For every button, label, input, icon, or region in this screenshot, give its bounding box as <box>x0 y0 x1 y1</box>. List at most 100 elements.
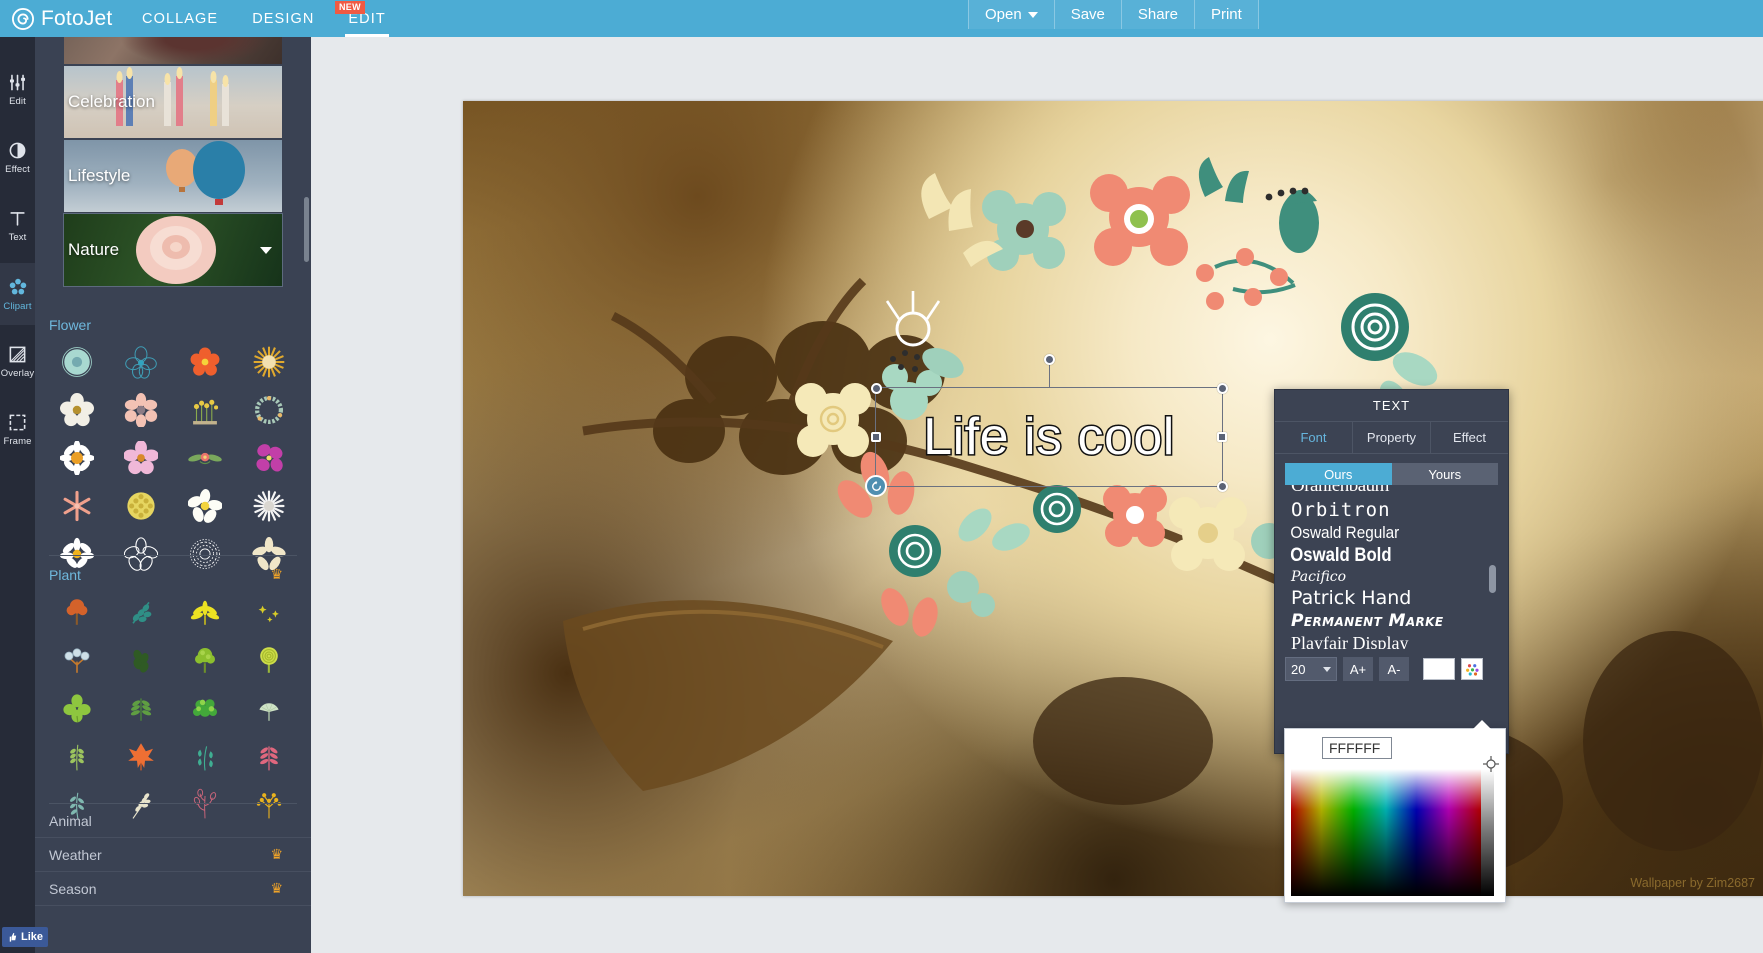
rail-item-edit[interactable]: Edit <box>0 59 35 121</box>
font-option[interactable]: Pacifico <box>1285 568 1498 586</box>
clipart-item[interactable] <box>173 387 237 433</box>
clipart-item[interactable] <box>173 483 237 529</box>
print-button[interactable]: Print <box>1194 0 1259 29</box>
clipart-item[interactable] <box>109 339 173 385</box>
clipart-item[interactable] <box>45 685 109 731</box>
category-label: Season <box>49 880 97 897</box>
nav-collage[interactable]: COLLAGE <box>125 0 235 37</box>
clipart-item[interactable] <box>45 387 109 433</box>
rail-item-text[interactable]: Text <box>0 195 35 257</box>
font-option[interactable]: Oswald Regular <box>1285 522 1477 544</box>
clipart-item[interactable] <box>45 637 109 683</box>
brand-logo[interactable]: FotoJet <box>12 0 112 37</box>
font-option[interactable]: Patrick Hand <box>1285 586 1498 610</box>
clipart-item[interactable] <box>45 589 109 635</box>
workspace: Wallpaper by Zim2687 Life is cool <box>311 37 1763 953</box>
color-picker-toggle[interactable] <box>1461 658 1483 680</box>
category-lifestyle[interactable]: Lifestyle <box>64 140 282 212</box>
brightness-strip[interactable] <box>1481 769 1494 896</box>
clipart-item[interactable] <box>109 685 173 731</box>
clipart-item[interactable] <box>109 589 173 635</box>
font-option[interactable]: Oranienbaum <box>1285 485 1498 498</box>
panel-scrollbar[interactable] <box>304 197 309 262</box>
category-animal[interactable]: Animal <box>35 804 311 838</box>
floral-wreath-clipart[interactable] <box>463 101 1763 896</box>
subtab-yours[interactable]: Yours <box>1391 463 1498 485</box>
clipart-item[interactable] <box>173 589 237 635</box>
clipart-item[interactable] <box>45 435 109 481</box>
tab-property[interactable]: Property <box>1353 422 1431 453</box>
resize-handle-tr[interactable] <box>1216 382 1228 394</box>
clipart-item[interactable] <box>237 387 301 433</box>
share-button[interactable]: Share <box>1121 0 1195 29</box>
nav-design[interactable]: DESIGN <box>235 0 331 37</box>
text-panel-tabs: Font Property Effect <box>1275 422 1508 454</box>
font-option[interactable]: Playfair Display <box>1285 632 1498 649</box>
subtab-ours[interactable]: Ours <box>1285 463 1392 485</box>
clipart-item[interactable] <box>237 637 301 683</box>
resize-handle-left[interactable] <box>871 432 881 442</box>
resize-handle-right[interactable] <box>1217 432 1227 442</box>
crown-icon: ♛ <box>270 846 283 862</box>
rail-item-effect[interactable]: Effect <box>0 127 35 189</box>
decrease-font-button[interactable]: A- <box>1379 657 1409 681</box>
increase-font-button[interactable]: A+ <box>1343 657 1373 681</box>
clipart-item[interactable] <box>109 435 173 481</box>
rail-item-overlay[interactable]: Overlay <box>0 331 35 393</box>
clipart-item[interactable] <box>109 483 173 529</box>
facebook-like-button[interactable]: Like <box>2 927 48 947</box>
rail-label-effect: Effect <box>5 164 30 175</box>
rotate-icon <box>871 480 881 491</box>
open-button[interactable]: Open <box>968 0 1055 29</box>
resize-handle-tl[interactable] <box>870 382 882 394</box>
rotate-handle[interactable] <box>1043 354 1055 365</box>
text-color-swatch[interactable] <box>1423 658 1455 680</box>
tab-font[interactable]: Font <box>1275 422 1353 453</box>
free-rotate-handle[interactable] <box>865 475 887 497</box>
thumbs-up-icon <box>9 932 17 942</box>
clipart-item[interactable] <box>237 435 301 481</box>
resize-handle-br[interactable] <box>1216 480 1228 492</box>
hex-value-input[interactable]: FFFFFF <box>1322 737 1392 759</box>
clipart-item[interactable] <box>109 637 173 683</box>
rail-item-frame[interactable]: Frame <box>0 399 35 461</box>
saturation-value-area[interactable] <box>1291 769 1481 896</box>
clipart-item[interactable] <box>109 733 173 779</box>
font-option[interactable]: Orbitron <box>1285 498 1498 522</box>
font-list-scrollbar[interactable] <box>1489 565 1496 593</box>
picker-crosshair-icon[interactable] <box>1483 756 1499 772</box>
clipart-item[interactable] <box>237 685 301 731</box>
clipart-item[interactable] <box>237 339 301 385</box>
photo-canvas[interactable]: Wallpaper by Zim2687 Life is cool <box>463 101 1763 896</box>
popup-arrow <box>1473 720 1491 729</box>
text-object-selection[interactable]: Life is cool <box>865 354 1228 497</box>
category-season[interactable]: Season ♛ <box>35 872 311 906</box>
font-size-select[interactable]: 20 <box>1285 657 1337 681</box>
clipart-item[interactable] <box>45 339 109 385</box>
clipart-item[interactable] <box>237 733 301 779</box>
clipart-item[interactable] <box>45 733 109 779</box>
clipart-item[interactable] <box>173 685 237 731</box>
rail-label-text: Text <box>8 232 27 243</box>
canvas-text[interactable]: Life is cool <box>876 388 1222 486</box>
font-option[interactable]: Oswald Bold <box>1285 544 1472 568</box>
font-option[interactable]: Permanent Marke <box>1285 610 1498 632</box>
clipart-item[interactable] <box>173 637 237 683</box>
clipart-item[interactable] <box>45 483 109 529</box>
tool-rail: Edit Effect Text Clipart Overlay Frame L… <box>0 37 48 953</box>
clipart-item[interactable] <box>237 589 301 635</box>
rail-item-clipart[interactable]: Clipart <box>0 263 35 325</box>
category-embellishment[interactable]: Embellishment <box>64 37 282 64</box>
tab-effect[interactable]: Effect <box>1431 422 1508 453</box>
clipart-item[interactable] <box>173 435 237 481</box>
category-celebration[interactable]: Celebration <box>64 66 282 138</box>
category-nature[interactable]: Nature <box>63 213 283 287</box>
crown-icon: ♛ <box>270 566 283 582</box>
clipart-item[interactable] <box>173 339 237 385</box>
save-button[interactable]: Save <box>1054 0 1122 29</box>
clipart-item[interactable] <box>173 733 237 779</box>
category-weather[interactable]: Weather ♛ <box>35 838 311 872</box>
clipart-item[interactable] <box>109 387 173 433</box>
clipart-item[interactable] <box>237 483 301 529</box>
font-list[interactable]: Oranienbaum Orbitron Oswald Regular Oswa… <box>1285 485 1498 649</box>
